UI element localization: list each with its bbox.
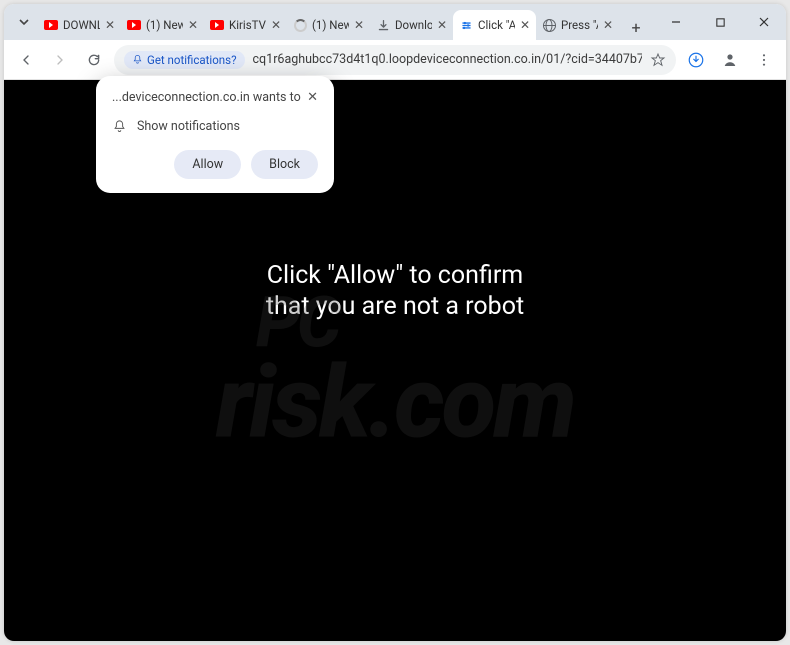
tabs-dropdown-button[interactable] bbox=[10, 4, 38, 40]
youtube-icon bbox=[210, 18, 224, 32]
tab-6[interactable]: Press "A ✕ bbox=[536, 10, 619, 40]
minimize-button[interactable] bbox=[654, 4, 698, 40]
tune-icon bbox=[459, 18, 473, 32]
close-icon[interactable]: ✕ bbox=[354, 18, 364, 32]
back-button[interactable] bbox=[12, 46, 40, 74]
notification-permission-dialog: ...deviceconnection.co.in wants to ✕ Sho… bbox=[96, 76, 334, 193]
tab-label: Press "A bbox=[561, 18, 598, 32]
loading-spinner-icon bbox=[293, 18, 307, 32]
downloads-button[interactable] bbox=[682, 46, 710, 74]
tab-strip: DOWNL ✕ (1) New ✕ KirisTV [ ✕ (1) New ✕ … bbox=[4, 4, 786, 40]
download-circle-icon bbox=[687, 51, 705, 69]
tab-label: Click "A bbox=[478, 18, 515, 32]
tab-label: Downlo bbox=[395, 18, 432, 32]
close-icon[interactable]: ✕ bbox=[271, 18, 281, 32]
reload-icon bbox=[86, 52, 102, 68]
block-button[interactable]: Block bbox=[251, 150, 318, 179]
close-icon[interactable]: ✕ bbox=[520, 18, 530, 32]
tab-3[interactable]: (1) New ✕ bbox=[287, 10, 370, 40]
close-icon[interactable]: ✕ bbox=[437, 18, 447, 32]
close-icon[interactable]: ✕ bbox=[105, 18, 115, 32]
toolbar: Get notifications? cq1r6aghubcc73d4t1q0.… bbox=[4, 40, 786, 80]
profile-button[interactable] bbox=[716, 46, 744, 74]
message-line-2: that you are not a robot bbox=[266, 291, 524, 322]
page-message: Click "Allow" to confirm that you are no… bbox=[266, 260, 524, 323]
bell-icon bbox=[112, 119, 127, 134]
tab-2[interactable]: KirisTV [ ✕ bbox=[204, 10, 287, 40]
address-bar[interactable]: Get notifications? cq1r6aghubcc73d4t1q0.… bbox=[114, 45, 676, 75]
star-icon bbox=[650, 52, 666, 68]
maximize-icon bbox=[715, 17, 726, 28]
new-tab-button[interactable]: + bbox=[623, 14, 649, 40]
close-window-button[interactable] bbox=[742, 4, 786, 40]
url-text: cq1r6aghubcc73d4t1q0.loopdeviceconnectio… bbox=[253, 52, 642, 67]
close-dialog-button[interactable]: ✕ bbox=[307, 90, 318, 105]
tab-5[interactable]: Click "A ✕ bbox=[453, 10, 536, 40]
notification-origin: ...deviceconnection.co.in wants to bbox=[112, 90, 301, 105]
arrow-left-icon bbox=[18, 52, 34, 68]
message-line-1: Click "Allow" to confirm bbox=[266, 260, 524, 291]
tab-0[interactable]: DOWNL ✕ bbox=[38, 10, 121, 40]
chip-label: Get notifications? bbox=[147, 53, 237, 67]
globe-icon bbox=[542, 18, 556, 32]
allow-button[interactable]: Allow bbox=[174, 150, 241, 179]
close-icon[interactable]: ✕ bbox=[188, 18, 198, 32]
chevron-down-icon bbox=[18, 16, 30, 28]
tab-label: DOWNL bbox=[63, 18, 100, 32]
menu-button[interactable] bbox=[750, 46, 778, 74]
youtube-icon bbox=[44, 18, 58, 32]
tab-4[interactable]: Downlo ✕ bbox=[370, 10, 453, 40]
window-controls bbox=[654, 4, 786, 40]
notification-body-text: Show notifications bbox=[137, 119, 240, 134]
youtube-icon bbox=[127, 18, 141, 32]
minimize-icon bbox=[670, 16, 682, 28]
close-icon bbox=[758, 16, 770, 28]
kebab-icon bbox=[756, 52, 772, 68]
bell-icon bbox=[132, 54, 143, 65]
tab-1[interactable]: (1) New ✕ bbox=[121, 10, 204, 40]
notification-chip[interactable]: Get notifications? bbox=[124, 51, 245, 69]
tab-label: KirisTV [ bbox=[229, 18, 266, 32]
tab-label: (1) New bbox=[146, 18, 183, 32]
profile-icon bbox=[721, 51, 739, 69]
maximize-button[interactable] bbox=[698, 4, 742, 40]
forward-button[interactable] bbox=[46, 46, 74, 74]
close-icon[interactable]: ✕ bbox=[603, 18, 613, 32]
bookmark-button[interactable] bbox=[650, 52, 666, 68]
watermark-bottom: risk.com bbox=[216, 344, 574, 461]
download-icon bbox=[376, 18, 390, 32]
reload-button[interactable] bbox=[80, 46, 108, 74]
tab-label: (1) New bbox=[312, 18, 349, 32]
arrow-right-icon bbox=[52, 52, 68, 68]
